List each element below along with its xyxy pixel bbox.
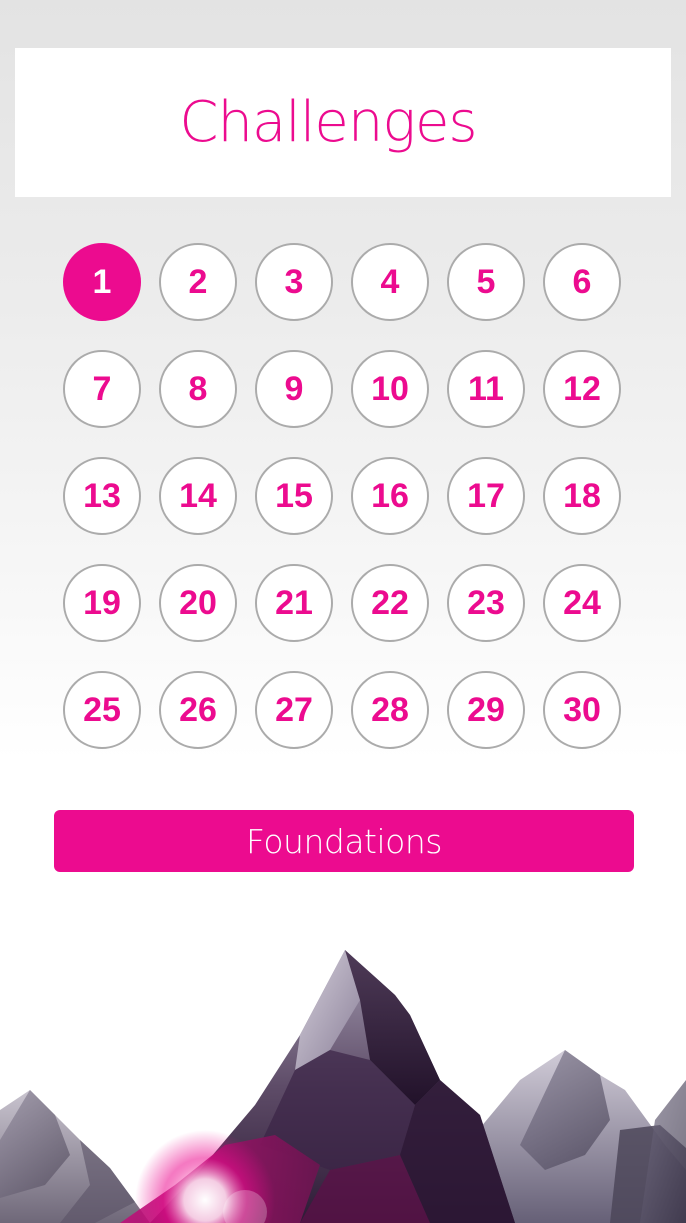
level-10-button[interactable]: 10 — [351, 350, 429, 428]
level-9-button[interactable]: 9 — [255, 350, 333, 428]
foundations-pack-button[interactable]: Foundations — [54, 810, 634, 872]
level-6-button[interactable]: 6 — [543, 243, 621, 321]
mountains-illustration — [0, 950, 686, 1223]
level-23-button[interactable]: 23 — [447, 564, 525, 642]
page-title: Challenges — [179, 90, 477, 155]
title-card: Challenges — [15, 48, 671, 197]
level-29-button[interactable]: 29 — [447, 671, 525, 749]
level-30-button[interactable]: 30 — [543, 671, 621, 749]
level-27-button[interactable]: 27 — [255, 671, 333, 749]
level-20-button[interactable]: 20 — [159, 564, 237, 642]
level-16-button[interactable]: 16 — [351, 457, 429, 535]
level-18-button[interactable]: 18 — [543, 457, 621, 535]
level-grid: 1 2 3 4 5 6 7 8 9 10 11 12 13 14 15 16 17 18 19 20 21 22 23 24 2… — [63, 243, 625, 749]
level-22-button[interactable]: 22 — [351, 564, 429, 642]
level-1-button[interactable]: 1 — [63, 243, 141, 321]
level-15-button[interactable]: 15 — [255, 457, 333, 535]
level-28-button[interactable]: 28 — [351, 671, 429, 749]
level-2-button[interactable]: 2 — [159, 243, 237, 321]
level-4-button[interactable]: 4 — [351, 243, 429, 321]
level-8-button[interactable]: 8 — [159, 350, 237, 428]
level-13-button[interactable]: 13 — [63, 457, 141, 535]
level-21-button[interactable]: 21 — [255, 564, 333, 642]
level-24-button[interactable]: 24 — [543, 564, 621, 642]
level-14-button[interactable]: 14 — [159, 457, 237, 535]
level-17-button[interactable]: 17 — [447, 457, 525, 535]
level-11-button[interactable]: 11 — [447, 350, 525, 428]
level-19-button[interactable]: 19 — [63, 564, 141, 642]
level-25-button[interactable]: 25 — [63, 671, 141, 749]
level-5-button[interactable]: 5 — [447, 243, 525, 321]
level-26-button[interactable]: 26 — [159, 671, 237, 749]
level-12-button[interactable]: 12 — [543, 350, 621, 428]
level-3-button[interactable]: 3 — [255, 243, 333, 321]
level-7-button[interactable]: 7 — [63, 350, 141, 428]
